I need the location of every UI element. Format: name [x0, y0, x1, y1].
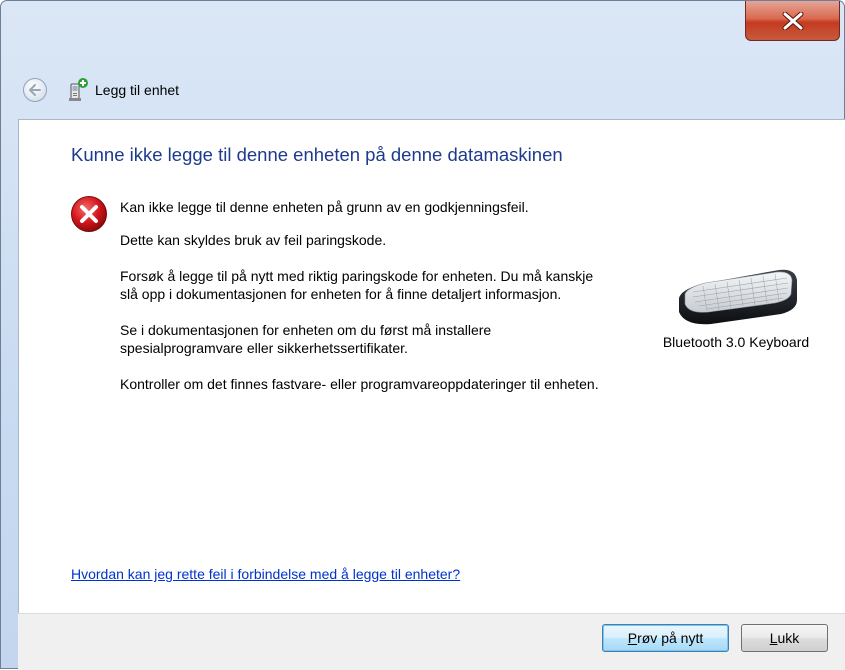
title-bar [1, 1, 844, 41]
retry-button[interactable]: Prøv på nytt [602, 624, 729, 652]
button-bar: Prøv på nytt Lukk [18, 613, 845, 670]
troubleshoot-help-link[interactable]: Hvordan kan jeg rette feil i forbindelse… [71, 566, 460, 582]
device-preview: Bluetooth 3.0 Keyboard [636, 260, 836, 350]
dialog-window: Legg til enhet Kunne ikke legge til denn… [0, 0, 845, 670]
content-panel: Kunne ikke legge til denne enheten på de… [18, 119, 845, 613]
error-message-documentation-hint: Se i dokumentasjonen for enheten om du f… [120, 322, 492, 356]
back-arrow-icon [29, 84, 41, 96]
device-name: Bluetooth 3.0 Keyboard [662, 334, 810, 350]
error-messages: Kan ikke legge til denne enheten på grun… [120, 198, 610, 411]
error-message-retry-hint: Forsøk å legge til på nytt med riktig pa… [120, 268, 594, 302]
keyboard-icon [679, 269, 797, 325]
retry-label-rest: røv på nytt [637, 630, 704, 646]
window-close-button[interactable] [745, 1, 840, 41]
dialog-title: Legg til enhet [95, 82, 180, 98]
navigation-bar: Legg til enhet [1, 63, 844, 113]
error-icon [71, 196, 107, 232]
page-title: Kunne ikke legge til denne enheten på de… [71, 144, 563, 165]
add-device-icon [69, 78, 88, 101]
close-accelerator: L [769, 630, 778, 646]
error-message-update-hint: Kontroller om det finnes fastvare- eller… [120, 376, 599, 392]
close-x-icon [782, 11, 803, 30]
back-button[interactable] [23, 78, 47, 102]
close-label-rest: ukk [777, 630, 800, 646]
retry-accelerator: P [627, 630, 638, 646]
error-message-cause: Dette kan skyldes bruk av feil paringsko… [120, 232, 387, 248]
close-button[interactable]: Lukk [741, 624, 828, 652]
error-message-primary: Kan ikke legge til denne enheten på grun… [120, 199, 529, 215]
